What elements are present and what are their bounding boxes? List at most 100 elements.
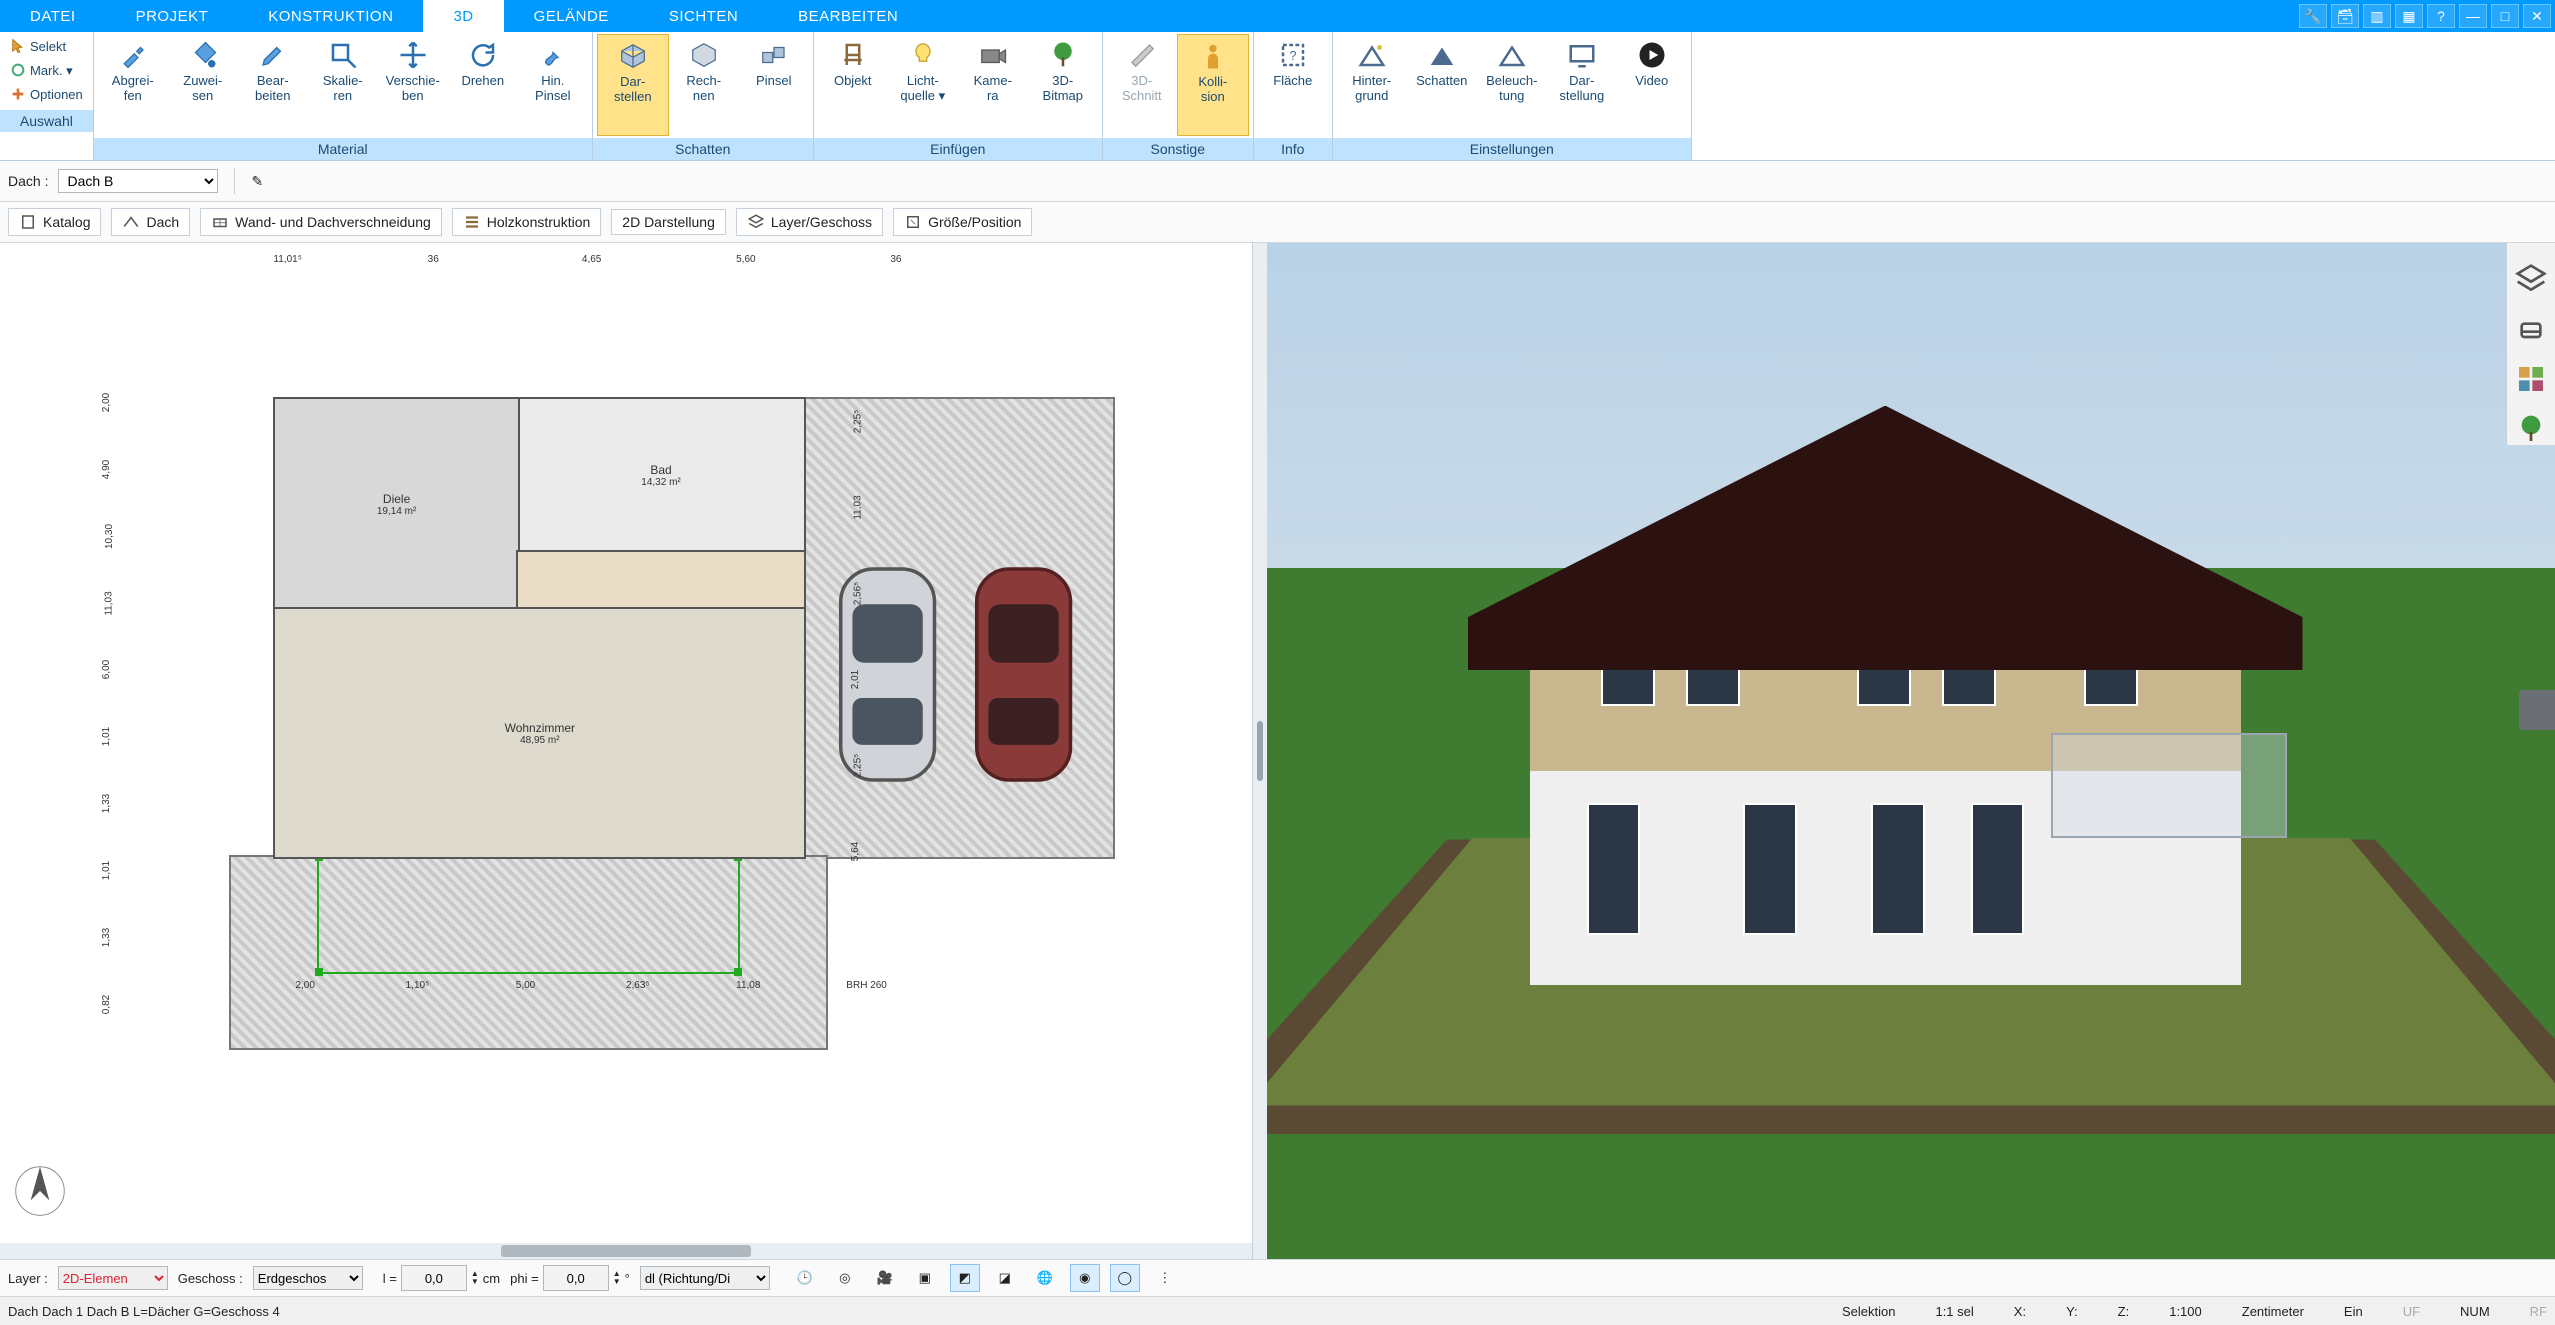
dim-right: 2,01 — [851, 670, 862, 689]
ribbon-light-button[interactable]: Beleuch- tung — [1477, 34, 1547, 136]
dim-left: 1,33 — [101, 794, 112, 813]
prop-gr-e-position-button[interactable]: Größe/Position — [893, 208, 1032, 236]
dim-left: 1,01 — [101, 861, 112, 880]
help-icon[interactable]: ? — [2427, 4, 2455, 28]
layer-select[interactable]: 2D-Elemen — [58, 1266, 168, 1290]
ribbon-cube-button[interactable]: Dar- stellen — [597, 34, 669, 136]
viewport-2d[interactable]: Bad14,32 m²Diele19,14 m²Küche19,20 m²Woh… — [0, 243, 1253, 1259]
sb-dots-icon[interactable]: ⋮ — [1150, 1264, 1180, 1292]
sb-grid2-icon[interactable]: ◪ — [990, 1264, 1020, 1292]
minimize-icon[interactable]: — — [2459, 4, 2487, 28]
sb-target-icon[interactable]: ◎ — [830, 1264, 860, 1292]
ribbon-group-sonstige: Sonstige — [1103, 138, 1253, 160]
maximize-icon[interactable]: □ — [2491, 4, 2519, 28]
dach-select[interactable]: Dach B — [58, 169, 218, 193]
sb-grid1-icon[interactable]: ◩ — [950, 1264, 980, 1292]
dim-bottom: 2,63⁵ — [626, 980, 650, 991]
side-furniture-icon[interactable] — [2515, 313, 2547, 345]
dim-bottom: BRH 260 — [846, 980, 887, 991]
ribbon-bulb-button[interactable]: Licht- quelle ▾ — [888, 34, 958, 136]
ribbon-group-material: Material — [94, 138, 592, 160]
menu-gelaende[interactable]: GELÄNDE — [504, 0, 639, 32]
ribbon-plus-button[interactable]: Optionen — [6, 84, 87, 106]
menu-sichten[interactable]: SICHTEN — [639, 0, 768, 32]
menu-konstruktion[interactable]: KONSTRUKTION — [238, 0, 423, 32]
phi-input[interactable] — [543, 1265, 609, 1291]
dim-top: 36 — [890, 254, 901, 265]
ribbon-video-button[interactable]: Video — [1617, 34, 1687, 136]
ribbon-slice-button[interactable]: 3D- Schnitt — [1107, 34, 1177, 136]
prop-dach-button[interactable]: Dach — [111, 208, 190, 236]
ribbon-scale-button[interactable]: Skalie- ren — [308, 34, 378, 136]
ribbon-camera-button[interactable]: Kame- ra — [958, 34, 1028, 136]
selection-box[interactable] — [317, 855, 740, 974]
ribbon-person-button[interactable]: Kolli- sion — [1177, 34, 1249, 136]
status-ein: Ein — [2344, 1304, 2363, 1319]
dim-right: 2,25⁵ — [853, 410, 864, 434]
side-tree-icon[interactable] — [2515, 413, 2547, 445]
dim-bottom: 1,10⁵ — [406, 980, 430, 991]
prop-2d-darstellung-button[interactable]: 2D Darstellung — [611, 209, 726, 235]
menu-projekt[interactable]: PROJEKT — [106, 0, 239, 32]
dl-select[interactable]: dl (Richtung/Di — [640, 1266, 770, 1290]
prop-wand-und-dachverschneidung-button[interactable]: Wand- und Dachverschneidung — [200, 208, 442, 236]
app2-icon[interactable]: ▦ — [2395, 4, 2423, 28]
prop-katalog-button[interactable]: Katalog — [8, 208, 101, 236]
ribbon-display-button[interactable]: Dar- stellung — [1547, 34, 1617, 136]
scrollbar-horizontal[interactable] — [0, 1243, 1252, 1259]
menu-datei[interactable]: DATEI — [0, 0, 106, 32]
sb-circle1-icon[interactable]: ◉ — [1070, 1264, 1100, 1292]
side-palette-icon[interactable] — [2515, 363, 2547, 395]
ribbon-cube2-button[interactable]: Rech- nen — [669, 34, 739, 136]
ribbon-bucket-button[interactable]: Zuwei- sen — [168, 34, 238, 136]
prop-layer-geschoss-button[interactable]: Layer/Geschoss — [736, 208, 883, 236]
tool-icon[interactable]: 🔧 — [2299, 4, 2327, 28]
layer-label: Layer : — [8, 1271, 48, 1286]
l-input[interactable] — [401, 1265, 467, 1291]
side-layers-icon[interactable] — [2515, 263, 2547, 295]
status-z: Z: — [2118, 1304, 2130, 1319]
geschoss-select[interactable]: Erdgeschos — [253, 1266, 363, 1290]
ribbon-brush-button[interactable]: Hin. Pinsel — [518, 34, 588, 136]
dim-left: 4,90 — [101, 460, 112, 479]
box-icon[interactable]: 🗃 — [2331, 4, 2359, 28]
sb-globe-icon[interactable]: 🌐 — [1030, 1264, 1060, 1292]
sb-cam-icon[interactable]: 🎥 — [870, 1264, 900, 1292]
workspace: Bad14,32 m²Diele19,14 m²Küche19,20 m²Woh… — [0, 243, 2555, 1259]
ribbon-tree-button[interactable]: 3D- Bitmap — [1028, 34, 1098, 136]
sb-stack-icon[interactable]: ▣ — [910, 1264, 940, 1292]
floor-plan: Bad14,32 m²Diele19,14 m²Küche19,20 m²Woh… — [75, 263, 1177, 1218]
ribbon-cubes-button[interactable]: Pinsel — [739, 34, 809, 136]
room-bad[interactable]: Bad14,32 m² — [516, 397, 806, 554]
ribbon-area-button[interactable]: ?Fläche — [1258, 34, 1328, 136]
app-icon[interactable]: ▥ — [2363, 4, 2391, 28]
dim-left: 6,00 — [101, 660, 112, 679]
side-tab-handle[interactable] — [2519, 690, 2555, 730]
ribbon: SelektMark. ▾OptionenAuswahlAbgrei- fenZ… — [0, 32, 2555, 161]
status-unit: Zentimeter — [2242, 1304, 2304, 1319]
ribbon-group-einfügen: Einfügen — [814, 138, 1102, 160]
room-wohnzimmer[interactable]: Wohnzimmer48,95 m² — [273, 607, 806, 859]
sb-circle2-icon[interactable]: ◯ — [1110, 1264, 1140, 1292]
status-rf: RF — [2530, 1304, 2547, 1319]
sb-clock-icon[interactable]: 🕒 — [790, 1264, 820, 1292]
menu-3d[interactable]: 3D — [423, 0, 503, 32]
prop-holzkonstruktion-button[interactable]: Holzkonstruktion — [452, 208, 602, 236]
ribbon-group-info: Info — [1254, 138, 1332, 160]
ribbon-bg-button[interactable]: Hinter- grund — [1337, 34, 1407, 136]
ribbon-move-button[interactable]: Verschie- ben — [378, 34, 448, 136]
dim-top: 11,01⁵ — [273, 254, 301, 265]
ribbon-pipette-button[interactable]: Abgrei- fen — [98, 34, 168, 136]
dim-left: 11,03 — [104, 591, 115, 615]
ribbon-edit-button[interactable]: Bear- beiten — [238, 34, 308, 136]
ribbon-group-auswahl: Auswahl — [0, 110, 93, 132]
close-icon[interactable]: ✕ — [2523, 4, 2551, 28]
ribbon-rotate-button[interactable]: Drehen — [448, 34, 518, 136]
splitter[interactable] — [1253, 243, 1267, 1259]
ribbon-chair-button[interactable]: Objekt — [818, 34, 888, 136]
ribbon-shadow-button[interactable]: Schatten — [1407, 34, 1477, 136]
pencil-icon[interactable]: ✎ — [251, 173, 263, 190]
room-diele[interactable]: Diele19,14 m² — [273, 397, 519, 611]
viewport-3d[interactable] — [1267, 243, 2555, 1259]
menu-bearbeiten[interactable]: BEARBEITEN — [768, 0, 928, 32]
